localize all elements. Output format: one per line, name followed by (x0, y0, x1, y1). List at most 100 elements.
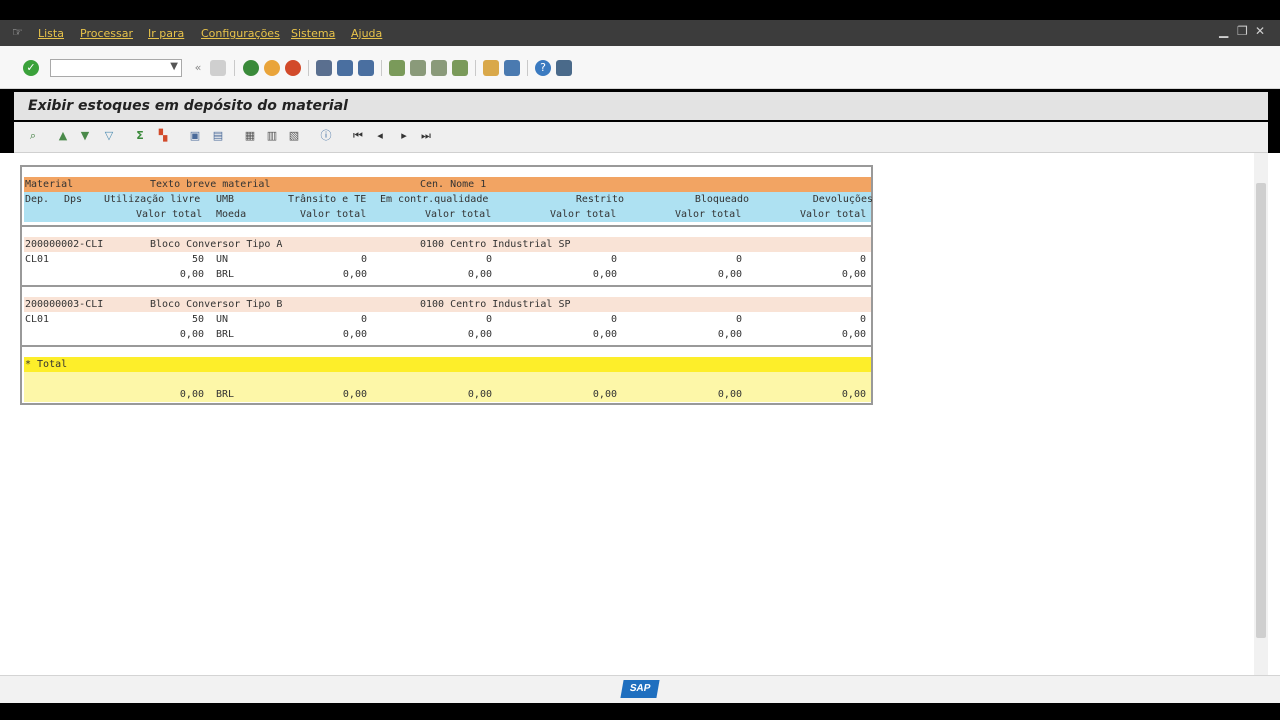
subtotals-icon[interactable]: ▚ (156, 129, 170, 143)
command-field[interactable]: ▼ (50, 59, 182, 77)
customize-layout-icon[interactable] (556, 60, 572, 76)
separator (527, 60, 528, 76)
col-material: Material (25, 179, 74, 190)
col-valor-total: Valor total (136, 209, 203, 220)
col-bloqueado: Bloqueado (694, 194, 749, 205)
help-icon[interactable]: ? (535, 60, 551, 76)
info-icon[interactable]: ⓘ (319, 129, 333, 143)
total-value-row[interactable]: 0,00 BRL 0,00 0,00 0,00 0,00 0,00 (24, 387, 871, 402)
blocked-qty: 0 (735, 314, 742, 325)
value-row[interactable]: 0,00 BRL 0,00 0,00 0,00 0,00 0,00 (24, 327, 871, 342)
unrestricted-value: 0,00 (179, 269, 204, 280)
application-toolbar: ⌕ ▲ ▼ ▽ Σ ▚ ▣ ▤ ▦ ▥ ▧ ⓘ ⏮ ◂ ▸ ⏭ (14, 122, 1268, 153)
value-row[interactable]: 0,00 BRL 0,00 0,00 0,00 0,00 0,00 (24, 267, 871, 282)
last-page-icon[interactable] (452, 60, 468, 76)
total-transit-value: 0,00 (342, 389, 367, 400)
filter-icon[interactable]: ▽ (102, 129, 116, 143)
col-valor-total: Valor total (425, 209, 492, 220)
window-frame-bottom (0, 703, 1280, 720)
close-icon[interactable]: ✕ (1255, 24, 1265, 38)
detail-icon[interactable]: ⌕ (26, 129, 40, 143)
unrestricted-qty: 50 (191, 254, 204, 265)
total-blank-row (24, 372, 871, 387)
previous-page-icon[interactable] (410, 60, 426, 76)
menu-processar[interactable]: Processar (80, 27, 133, 40)
back-icon[interactable] (243, 60, 259, 76)
blocked-qty: 0 (735, 254, 742, 265)
select-layout-icon[interactable]: ▥ (265, 129, 279, 143)
restore-icon[interactable]: ❐ (1237, 24, 1248, 38)
minimize-icon[interactable]: ▁ (1219, 24, 1228, 38)
status-bar: SAP (0, 675, 1280, 704)
row-divider (22, 225, 871, 227)
last-page-nav-icon[interactable]: ⏭ (419, 129, 433, 143)
header-row-3: Valor total Moeda Valor total Valor tota… (24, 207, 871, 222)
next-page-icon[interactable] (431, 60, 447, 76)
menu-configuracoes[interactable]: Configurações (201, 27, 280, 40)
cancel-icon[interactable] (285, 60, 301, 76)
transit-value: 0,00 (342, 329, 367, 340)
total-quality-value: 0,00 (467, 389, 492, 400)
previous-nav-icon[interactable]: ◂ (373, 129, 387, 143)
returns-value: 0,00 (841, 329, 866, 340)
separator (308, 60, 309, 76)
print-icon[interactable] (316, 60, 332, 76)
save-icon[interactable] (210, 60, 226, 76)
material-row[interactable]: 200000003-CLI Bloco Conversor Tipo B 010… (24, 297, 871, 312)
row-divider (22, 285, 871, 287)
transit-qty: 0 (360, 254, 367, 265)
unit: UN (216, 314, 229, 325)
sort-descending-icon[interactable]: ▼ (78, 129, 92, 143)
col-valor-total: Valor total (675, 209, 742, 220)
material-number[interactable]: 200000002-CLI (25, 237, 103, 252)
create-session-icon[interactable] (483, 60, 499, 76)
print-preview-icon[interactable]: ▤ (211, 129, 225, 143)
menu-lista[interactable]: Lista (38, 27, 64, 40)
unrestricted-value: 0,00 (179, 329, 204, 340)
col-dep: Dep. (25, 194, 50, 205)
material-row[interactable]: 200000002-CLI Bloco Conversor Tipo A 010… (24, 237, 871, 252)
storage-location: CL01 (25, 254, 50, 265)
enter-check-icon[interactable]: ✓ (23, 60, 39, 76)
save-layout-icon[interactable]: ▧ (287, 129, 301, 143)
unit: UN (216, 254, 229, 265)
restricted-qty: 0 (610, 314, 617, 325)
sum-icon[interactable]: Σ (133, 129, 147, 143)
change-layout-icon[interactable]: ▦ (243, 129, 257, 143)
menu-ir-para[interactable]: Ir para (148, 27, 184, 40)
material-text: Bloco Conversor Tipo A (150, 239, 283, 250)
menu-ajuda[interactable]: Ajuda (351, 27, 382, 40)
list-output-area: Material Texto breve material Cen. Nome … (0, 153, 1280, 675)
total-blocked-value: 0,00 (717, 389, 742, 400)
next-nav-icon[interactable]: ▸ (397, 129, 411, 143)
col-moeda: Moeda (216, 209, 247, 220)
col-qualidade: Em contr.qualidade (380, 194, 489, 205)
first-page-icon[interactable] (389, 60, 405, 76)
chevron-down-icon[interactable]: ▼ (170, 61, 178, 72)
col-util: Utilização livre (104, 194, 201, 205)
sort-ascending-icon[interactable]: ▲ (56, 129, 70, 143)
col-valor-total: Valor total (300, 209, 367, 220)
system-menu-icon[interactable]: ☞ (12, 25, 23, 39)
quality-value: 0,00 (467, 269, 492, 280)
shortcut-icon[interactable] (504, 60, 520, 76)
export-icon[interactable]: ▣ (188, 129, 202, 143)
find-next-icon[interactable] (358, 60, 374, 76)
currency: BRL (216, 269, 235, 280)
vertical-scrollbar[interactable] (1254, 153, 1268, 675)
material-text: Bloco Conversor Tipo B (150, 299, 283, 310)
scrollbar-thumb[interactable] (1256, 183, 1266, 638)
double-left-icon[interactable]: « (190, 60, 206, 76)
transit-qty: 0 (360, 314, 367, 325)
stock-list: Material Texto breve material Cen. Nome … (20, 165, 873, 405)
first-page-nav-icon[interactable]: ⏮ (351, 129, 365, 143)
stock-row[interactable]: CL01 50 UN 0 0 0 0 0 (24, 312, 871, 327)
total-row[interactable]: * Total (24, 357, 871, 372)
menu-sistema[interactable]: Sistema (291, 27, 335, 40)
exit-icon[interactable] (264, 60, 280, 76)
window-frame-top (0, 0, 1280, 20)
stock-row[interactable]: CL01 50 UN 0 0 0 0 0 (24, 252, 871, 267)
plant-name: 0100 Centro Industrial SP (420, 299, 571, 310)
find-icon[interactable] (337, 60, 353, 76)
material-number[interactable]: 200000003-CLI (25, 297, 103, 312)
